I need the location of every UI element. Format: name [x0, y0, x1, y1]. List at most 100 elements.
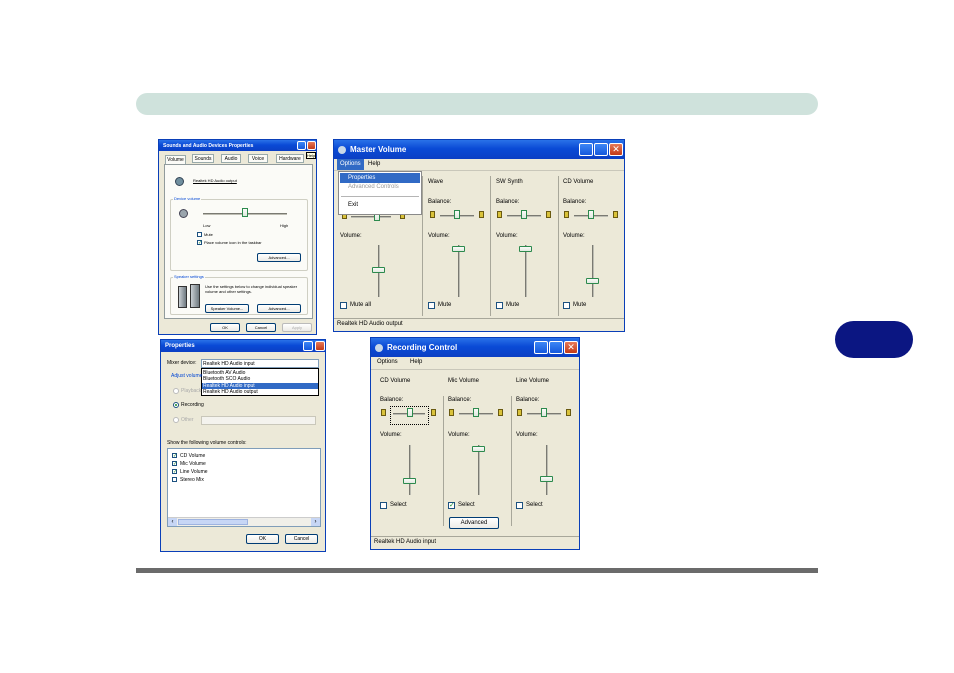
close-button[interactable]: [315, 341, 325, 351]
advanced-speaker-button[interactable]: Advanced...: [257, 304, 301, 313]
tab-voice[interactable]: Voice: [248, 154, 268, 163]
mixer-icon: [338, 145, 346, 154]
maximize-button[interactable]: [594, 143, 608, 156]
ok-button[interactable]: OK: [210, 323, 240, 332]
playback-label: Playback: [181, 388, 202, 394]
volume-slider-track: [409, 445, 411, 495]
speaker-right-icon: [546, 211, 551, 218]
cd-balance-slider[interactable]: [407, 408, 413, 417]
volume-slider[interactable]: [372, 267, 385, 273]
mixer-option[interactable]: Realtek HD Audio output: [203, 389, 258, 395]
cancel-button[interactable]: Cancel: [285, 534, 318, 544]
mic-select-checkbox[interactable]: ✓: [448, 502, 455, 509]
cd-select-label: Select: [390, 502, 407, 508]
volume-slider-track: [546, 445, 548, 495]
mute-all-checkbox[interactable]: [340, 302, 347, 309]
wave-volume-slider[interactable]: [452, 246, 465, 252]
scroll-thumb[interactable]: [178, 519, 248, 525]
speaker-volume-button[interactable]: Speaker Volume...: [205, 304, 249, 313]
tab-audio[interactable]: Audio: [221, 154, 241, 163]
volume-tab-panel: Realtek HD Audio output Device volume Lo…: [164, 164, 313, 319]
mic-volume-checkbox[interactable]: ✓: [172, 461, 177, 467]
mixer-device-select[interactable]: Realtek HD Audio input: [201, 359, 319, 368]
menu-help[interactable]: Help: [368, 159, 380, 170]
menu-item-exit[interactable]: Exit: [348, 202, 358, 208]
device-volume-slider[interactable]: [242, 208, 248, 217]
properties-title: Properties: [165, 343, 195, 349]
cd-volume-checkbox[interactable]: ✓: [172, 453, 177, 459]
place-icon-label: Place volume icon in the taskbar: [204, 240, 262, 245]
cd-select-checkbox[interactable]: [380, 502, 387, 509]
menu-item-properties[interactable]: Properties: [340, 173, 420, 183]
speaker-right-icon: [566, 409, 571, 416]
other-label: Other: [181, 417, 194, 423]
menu-options[interactable]: Options: [377, 359, 398, 365]
line-select-checkbox[interactable]: [516, 502, 523, 509]
tab-sounds[interactable]: Sounds: [192, 154, 214, 163]
cancel-button[interactable]: Cancel: [246, 323, 276, 332]
close-button[interactable]: [307, 141, 316, 150]
wave-balance-slider[interactable]: [454, 210, 460, 219]
other-radio[interactable]: [173, 417, 179, 423]
column-divider: [443, 396, 444, 526]
stereo-mix-checkbox[interactable]: [172, 477, 177, 482]
cd-volume-slider[interactable]: [403, 478, 416, 484]
speaker-left-icon: [564, 211, 569, 218]
speaker-text: Use the settings below to change individ…: [205, 284, 298, 294]
advanced-button[interactable]: Advanced: [449, 517, 499, 529]
minimize-button[interactable]: [579, 143, 593, 156]
playback-radio[interactable]: [173, 388, 179, 394]
minimize-button[interactable]: [534, 341, 548, 354]
mic-volume-label: Volume:: [448, 432, 470, 438]
stereo-mix-option: Stereo Mix: [180, 477, 204, 483]
speaker-left-icon: [517, 409, 522, 416]
help-button[interactable]: [303, 341, 313, 351]
close-button[interactable]: ✕: [609, 143, 623, 156]
menu-separator: [341, 196, 419, 197]
mute-all-label: Mute all: [350, 302, 372, 308]
low-label: Low: [203, 223, 211, 228]
apply-button[interactable]: Apply: [282, 323, 312, 332]
mute-checkbox[interactable]: [197, 232, 202, 237]
help-button[interactable]: [297, 141, 306, 150]
wave-balance-label: Balance:: [428, 199, 452, 205]
cd-balance-slider[interactable]: [588, 210, 594, 219]
swsynth-volume-label: Volume:: [496, 233, 518, 239]
line-balance-slider[interactable]: [541, 408, 547, 417]
mixer-device-value: Realtek HD Audio input: [203, 361, 255, 367]
other-select[interactable]: [201, 416, 316, 425]
mic-balance-slider[interactable]: [473, 408, 479, 417]
menu-options[interactable]: Options: [337, 159, 364, 170]
cd-volume-slider[interactable]: [586, 278, 599, 284]
chapter-tab: [835, 321, 913, 358]
scroll-right-icon[interactable]: ›: [311, 518, 320, 526]
sounds-audio-window: Sounds and Audio Devices Properties Help…: [158, 139, 317, 335]
master-volume-window: Master Volume ✕ Options Help Wave SW Syn…: [333, 139, 625, 332]
recording-radio[interactable]: [173, 402, 179, 408]
line-volume-checkbox[interactable]: ✓: [172, 469, 177, 475]
swsynth-volume-slider[interactable]: [519, 246, 532, 252]
mixer-option[interactable]: Bluetooth SCO Audio: [203, 376, 250, 382]
ok-button[interactable]: OK: [246, 534, 279, 544]
wave-mute-checkbox[interactable]: [428, 302, 435, 309]
swsynth-balance-slider[interactable]: [521, 210, 527, 219]
cd-mute-label: Mute: [573, 302, 587, 308]
advanced-button[interactable]: Advanced...: [257, 253, 301, 262]
swsynth-mute-checkbox[interactable]: [496, 302, 503, 309]
mic-volume-slider[interactable]: [472, 446, 485, 452]
footer-rule: [136, 568, 818, 573]
tab-hardware[interactable]: Hardware: [276, 154, 304, 163]
scroll-left-icon[interactable]: ‹: [168, 518, 177, 526]
place-icon-checkbox[interactable]: ✓: [197, 240, 202, 246]
column-divider: [422, 176, 423, 316]
maximize-button[interactable]: [549, 341, 563, 354]
menu-item-advanced-controls[interactable]: Advanced Controls: [348, 184, 399, 190]
line-volume-slider[interactable]: [540, 476, 553, 482]
cd-mute-checkbox[interactable]: [563, 302, 570, 309]
close-button[interactable]: ✕: [564, 341, 578, 354]
wave-mute-label: Mute: [438, 302, 452, 308]
menu-help[interactable]: Help: [410, 359, 422, 365]
column-sw-synth: SW Synth: [496, 179, 523, 185]
horizontal-scrollbar[interactable]: ‹ ›: [168, 517, 320, 526]
mic-balance-label: Balance:: [448, 397, 472, 403]
